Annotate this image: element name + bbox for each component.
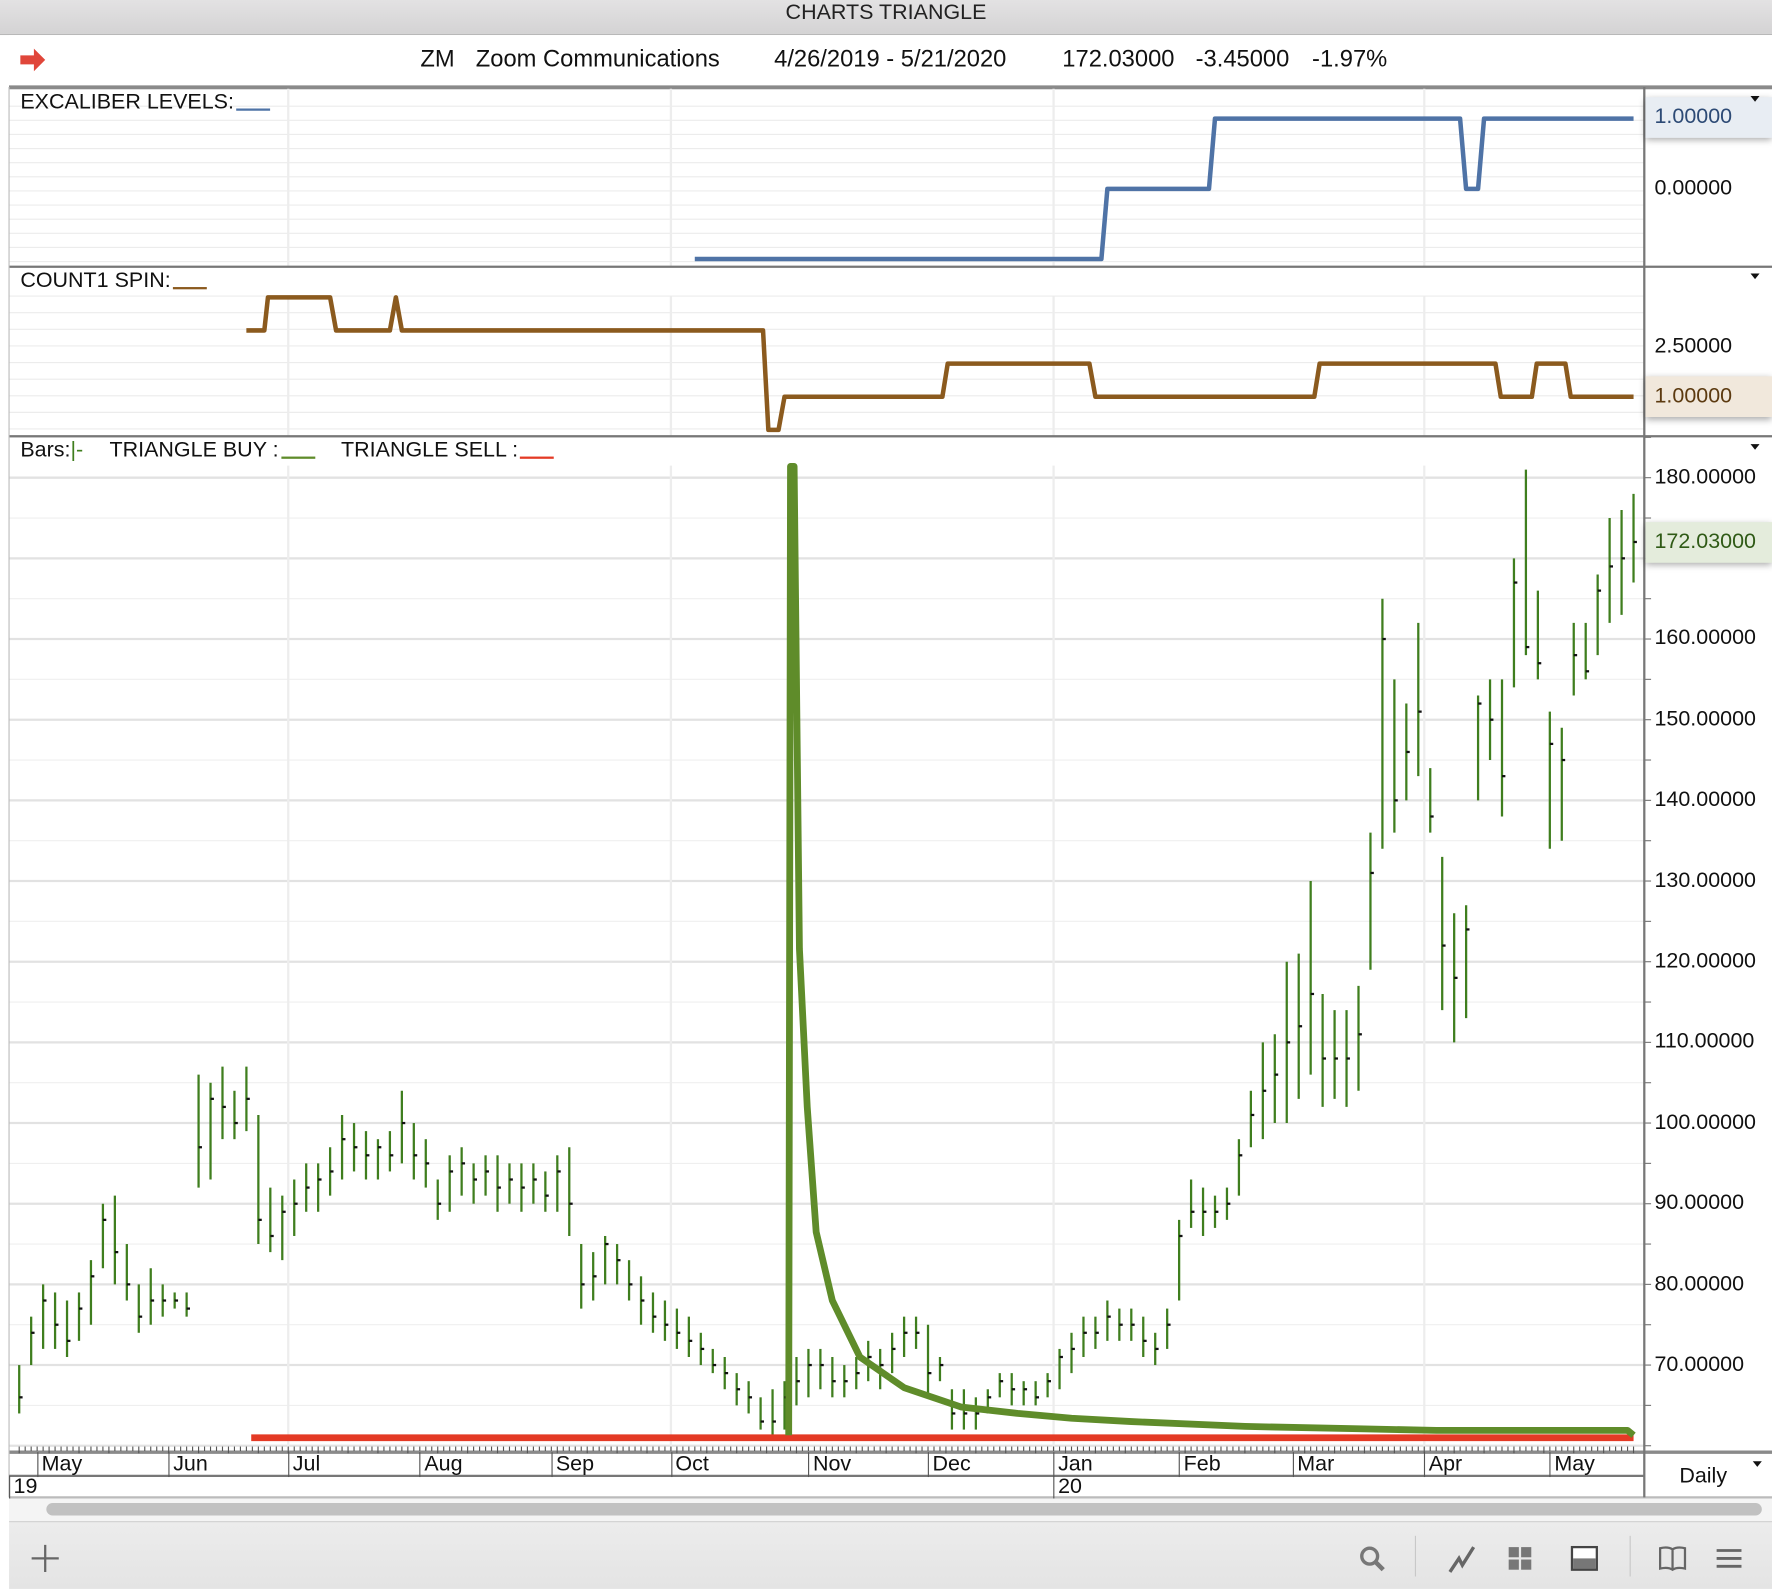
toolbar-divider bbox=[1629, 1535, 1631, 1577]
price-tick-label: 160.00000 bbox=[1654, 626, 1756, 651]
count-tick-2-5: 2.50000 bbox=[1654, 334, 1733, 359]
toolbar-divider bbox=[1414, 1535, 1417, 1577]
count-swatch bbox=[172, 287, 207, 290]
main-pane-menu-icon[interactable] bbox=[1750, 444, 1760, 450]
year-label: 20 bbox=[1053, 1475, 1082, 1499]
count-tick-1: 1.00000 bbox=[1654, 384, 1733, 408]
excaliber-tick-0: 0.00000 bbox=[1654, 176, 1733, 201]
plus-icon[interactable] bbox=[29, 1543, 61, 1575]
excaliber-swatch bbox=[236, 108, 271, 111]
month-label: May bbox=[1549, 1452, 1595, 1478]
month-label: Aug bbox=[419, 1452, 463, 1478]
excaliber-legend: EXCALIBER LEVELS: bbox=[20, 90, 271, 115]
grid-icon[interactable] bbox=[1504, 1543, 1536, 1575]
month-label: Jul bbox=[288, 1452, 320, 1478]
price-tick-label: 140.00000 bbox=[1654, 787, 1756, 812]
price-tick-label: 80.00000 bbox=[1654, 1271, 1745, 1296]
menu-icon[interactable] bbox=[1713, 1543, 1745, 1575]
price-tick-label: 130.00000 bbox=[1654, 868, 1756, 893]
count1-spin-line bbox=[246, 295, 1634, 433]
excaliber-pane-menu-icon[interactable] bbox=[1750, 96, 1760, 102]
count-pane-menu-icon[interactable] bbox=[1750, 273, 1760, 280]
triangle-buy-label: TRIANGLE BUY : bbox=[109, 438, 279, 463]
month-label: Nov bbox=[808, 1452, 851, 1478]
scrollbar-track bbox=[9, 1498, 1772, 1522]
year-label: 19 bbox=[9, 1475, 37, 1499]
month-label: Dec bbox=[928, 1452, 971, 1478]
chart-window: CHARTS TRIANGLE ZM Zoom Communications 4… bbox=[0, 0, 1772, 1589]
panel-icon[interactable] bbox=[1569, 1543, 1601, 1575]
triangle-sell-label: TRIANGLE SELL : bbox=[341, 438, 519, 463]
search-icon[interactable] bbox=[1356, 1543, 1388, 1575]
excaliber-legend-label: EXCALIBER LEVELS: bbox=[20, 90, 234, 115]
bars-legend-label: Bars: bbox=[20, 438, 71, 463]
price-tick-label: 180.00000 bbox=[1654, 465, 1756, 489]
bottom-toolbar bbox=[9, 1521, 1772, 1589]
excaliber-levels-line bbox=[694, 116, 1634, 262]
book-icon[interactable] bbox=[1657, 1543, 1689, 1575]
periodicity-select[interactable]: Daily bbox=[1679, 1465, 1727, 1490]
month-label: May bbox=[37, 1452, 82, 1478]
count-legend: COUNT1 SPIN: bbox=[20, 269, 207, 294]
price-tick-label: 120.00000 bbox=[1654, 949, 1756, 973]
excaliber-tick-1: 1.00000 bbox=[1654, 105, 1733, 129]
price-tick-label: 70.00000 bbox=[1654, 1352, 1745, 1377]
price-tick-label: 110.00000 bbox=[1654, 1029, 1755, 1054]
triangle-buy-line bbox=[785, 463, 1636, 1438]
month-label: Jan bbox=[1053, 1452, 1093, 1478]
triangle-buy-swatch bbox=[280, 456, 315, 459]
bars-glyph: |- bbox=[70, 438, 84, 463]
price-current-value: 172.03000 bbox=[1654, 530, 1756, 554]
month-label: Apr bbox=[1424, 1452, 1462, 1478]
month-label: Mar bbox=[1292, 1452, 1334, 1478]
price-tick-label: 150.00000 bbox=[1654, 707, 1756, 731]
scrollbar-thumb[interactable] bbox=[46, 1503, 1762, 1516]
month-label: Sep bbox=[551, 1452, 594, 1478]
periodicity-chevron-icon[interactable] bbox=[1752, 1461, 1762, 1467]
month-label: Oct bbox=[670, 1452, 709, 1478]
count-legend-label: COUNT1 SPIN: bbox=[20, 268, 171, 293]
chart-plot-area[interactable] bbox=[0, 0, 1772, 1588]
price-tick-label: 100.00000 bbox=[1654, 1110, 1756, 1135]
month-label: Jun bbox=[168, 1452, 208, 1478]
month-label: Feb bbox=[1179, 1452, 1221, 1478]
main-legend: Bars:|- TRIANGLE BUY : TRIANGLE SELL : bbox=[20, 438, 555, 463]
line-chart-icon[interactable] bbox=[1447, 1543, 1479, 1575]
triangle-sell-swatch bbox=[520, 456, 555, 459]
price-tick-label: 90.00000 bbox=[1654, 1191, 1745, 1215]
